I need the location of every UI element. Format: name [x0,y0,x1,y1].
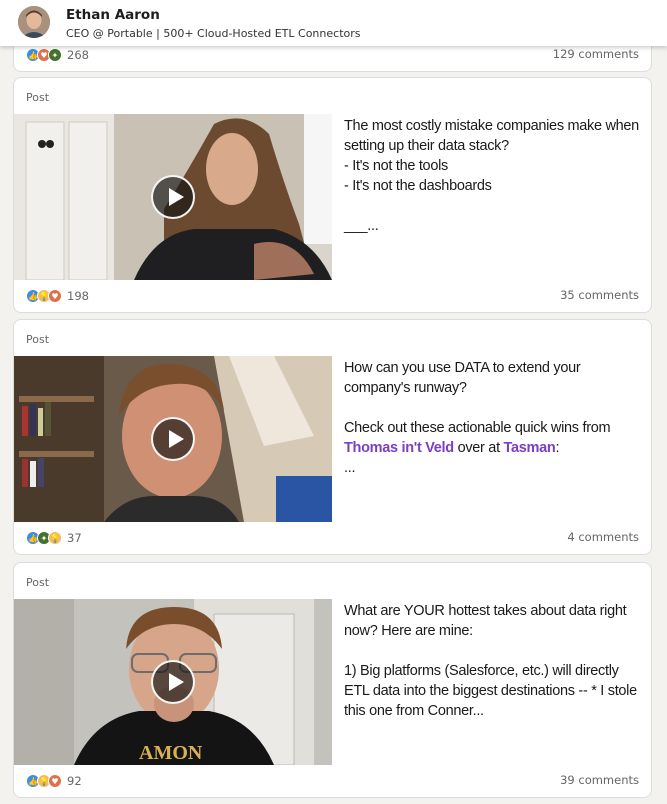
profile-headline: CEO @ Portable | 500+ Cloud-Hosted ETL C… [66,27,361,40]
reaction-count: 37 [67,531,82,545]
profile-name[interactable]: Ethan Aaron [66,7,160,23]
love-icon: ♥ [48,289,62,303]
play-icon[interactable] [151,660,195,704]
post-text: What are YOUR hottest takes about data r… [344,601,644,721]
post-text-body: The most costly mistake companies make w… [344,118,639,234]
mention-link[interactable]: Tasman [504,440,556,456]
play-icon[interactable] [151,175,195,219]
celebrate-icon: ✦ [48,48,62,62]
reaction-count: 92 [67,774,82,788]
reactions-bar[interactable]: 👍 ✦ 💡 37 [26,530,82,546]
video-thumbnail[interactable] [14,356,332,522]
post-text: How can you use DATA to extend your comp… [344,358,644,478]
post-text-body: How can you use DATA to extend your comp… [344,360,611,436]
avatar[interactable] [18,6,50,38]
svg-text:AMON: AMON [139,742,203,764]
video-thumbnail[interactable] [14,114,332,280]
post-label: Post [26,576,50,589]
post-label: Post [26,333,50,346]
reactions-bar[interactable]: 👍 💡 ♥ 198 [26,288,89,304]
post-label: Post [26,91,50,104]
post-text: The most costly mistake companies make w… [344,116,644,236]
comments-link[interactable]: 35 comments [560,288,639,302]
comments-link[interactable]: 39 comments [560,773,639,787]
reaction-count: 268 [67,48,89,62]
reaction-count: 198 [67,289,89,303]
profile-header: Ethan Aaron CEO @ Portable | 500+ Cloud-… [0,0,667,46]
reactions-bar[interactable]: 👍 💡 ♥ 92 [26,773,82,789]
love-icon: ♥ [48,774,62,788]
insight-icon: 💡 [48,531,62,545]
reactions-bar[interactable]: 👍 ♥ ✦ 268 [26,47,89,63]
mention-link[interactable]: Thomas in't Veld [344,440,454,456]
comments-link[interactable]: 4 comments [567,530,639,544]
post-card[interactable]: Post How can you use DATA to extend your… [13,319,652,555]
comments-link[interactable]: 129 comments [553,47,639,61]
post-card[interactable]: Post The most costly mistake companies m… [13,77,652,313]
video-thumbnail[interactable]: AMON [14,599,332,765]
play-icon[interactable] [151,417,195,461]
post-text-body: over at [453,440,504,456]
post-card[interactable]: Post AMON What are YOUR hottest takes ab… [13,562,652,798]
post-text-body: What are YOUR hottest takes about data r… [344,603,637,719]
